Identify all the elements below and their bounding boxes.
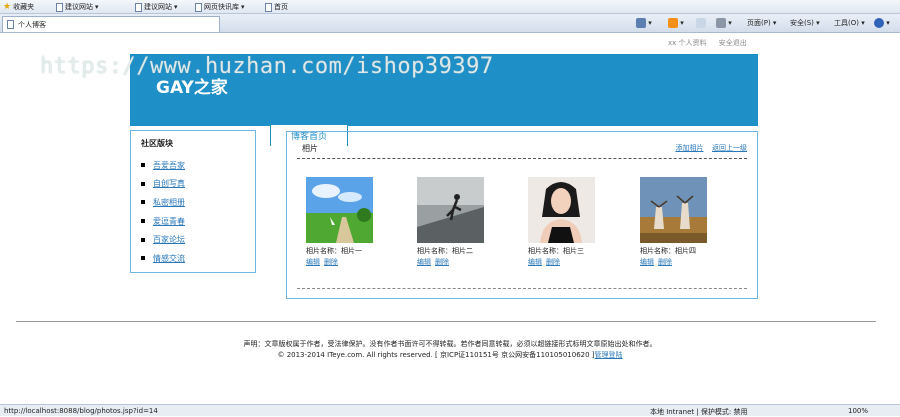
tab-personal-blog[interactable]: 个人博客 <box>2 16 220 32</box>
sidebar-item[interactable]: 百家论坛 <box>141 230 245 249</box>
sidebar-item[interactable]: 自创写真 <box>141 175 245 194</box>
add-photo-link[interactable]: 添加相片 <box>675 144 703 152</box>
sidebar-title: 社区版块 <box>141 139 173 148</box>
bullet-icon <box>141 181 145 186</box>
home-button[interactable]: ▾ <box>636 18 652 28</box>
tab-bar: 个人博客 ▾ ▾ ▾ 页面(P) ▾ 安全(S) ▾ 工具(O) ▾ ▾ <box>0 14 900 33</box>
bullet-icon <box>141 219 145 224</box>
favorites-bar: ★ 收藏夹 建议网站 ▾ 建议网站 ▾ 网页快讯库 ▾ 首页 <box>0 0 900 14</box>
edit-link[interactable]: 编辑 <box>528 258 542 266</box>
page-icon <box>265 2 272 12</box>
sidebar-item[interactable]: 吾爱吾家 <box>141 156 245 175</box>
bullet-icon <box>141 237 145 242</box>
sidebar-item[interactable]: 爱逗青春 <box>141 212 245 231</box>
edit-link[interactable]: 编辑 <box>640 258 654 266</box>
album-title: 相片 <box>302 144 318 153</box>
photo-thumbnail[interactable] <box>306 177 373 243</box>
photo-name: 相片名称：相片四 <box>640 247 696 255</box>
sidebar-item[interactable]: 情感交流 <box>141 249 245 268</box>
footer-statement: 声明：文章版权属于作者，受法律保护。没有作者书面许可不得转载。若作者同意转载，必… <box>243 340 657 348</box>
sidebar-item[interactable]: 私密相册 <box>141 193 245 212</box>
top-links: xx 个人资料 安全退出 <box>668 38 757 48</box>
print-button[interactable]: ▾ <box>716 18 732 28</box>
mail-button[interactable] <box>696 18 706 28</box>
status-url: http://localhost:8088/blog/photos.jsp?id… <box>4 407 158 415</box>
bullet-icon <box>141 200 145 205</box>
printer-icon <box>716 18 726 28</box>
page-footer: 声明：文章版权属于作者，受法律保护。没有作者书面许可不得转载。若作者同意转载，必… <box>0 339 900 361</box>
help-button[interactable]: ▾ <box>874 18 890 28</box>
watermark-text: https://www.huzhan.com/ishop39397 <box>40 54 494 79</box>
delete-link[interactable]: 删除 <box>546 258 560 266</box>
album-panel: 相片 添加相片 返回上一级 相片名称：相片一 编辑 删除 相片名称：相片二 编辑… <box>286 131 758 299</box>
status-bar: http://localhost:8088/blog/photos.jsp?id… <box>0 404 900 416</box>
delete-link[interactable]: 删除 <box>324 258 338 266</box>
photo-thumbnail[interactable] <box>417 177 484 243</box>
zoom-level[interactable]: 100% <box>848 407 868 415</box>
album-footer-divider <box>297 288 747 289</box>
page-icon <box>7 20 14 29</box>
footer-divider <box>16 321 876 322</box>
community-sidebar: 社区版块 吾爱吾家 自创写真 私密相册 爱逗青春 百家论坛 情感交流 <box>130 130 256 273</box>
photo-thumbnail[interactable] <box>640 177 707 243</box>
edit-link[interactable]: 编辑 <box>306 258 320 266</box>
footer-copyright: © 2013-2014 ITeye.com. All rights reserv… <box>277 351 595 359</box>
album-header: 相片 添加相片 返回上一级 <box>297 143 747 159</box>
page-menu[interactable]: 页面(P) ▾ <box>747 18 776 28</box>
back-link[interactable]: 返回上一级 <box>712 144 747 152</box>
bullet-icon <box>141 256 145 261</box>
page-icon <box>195 2 202 12</box>
star-icon: ★ <box>3 2 12 12</box>
photo-card: 相片名称：相片四 编辑 删除 <box>640 177 720 267</box>
tools-menu[interactable]: 工具(O) ▾ <box>834 18 865 28</box>
fav-item-webslice[interactable]: 网页快讯库 ▾ <box>195 1 245 13</box>
profile-link[interactable]: xx 个人资料 <box>668 39 707 47</box>
fav-item-suggested-2[interactable]: 建议网站 ▾ <box>135 1 178 13</box>
feeds-button[interactable]: ▾ <box>668 18 684 28</box>
photo-card: 相片名称：相片二 编辑 删除 <box>417 177 497 267</box>
page-content: xx 个人资料 安全退出 https://www.huzhan.com/isho… <box>0 34 900 404</box>
rss-icon <box>668 18 678 28</box>
fav-item-home[interactable]: 首页 <box>265 1 288 13</box>
favorites-button[interactable]: ★ 收藏夹 <box>3 1 34 13</box>
delete-link[interactable]: 删除 <box>435 258 449 266</box>
page-icon <box>56 2 63 12</box>
photo-name: 相片名称：相片一 <box>306 247 362 255</box>
bullet-icon <box>141 163 145 168</box>
photo-card: 相片名称：相片三 编辑 删除 <box>528 177 608 267</box>
logout-link[interactable]: 安全退出 <box>719 39 747 47</box>
edit-link[interactable]: 编辑 <box>417 258 431 266</box>
photo-name: 相片名称：相片二 <box>417 247 473 255</box>
fav-item-suggested-1[interactable]: 建议网站 ▾ <box>56 1 99 13</box>
mail-icon <box>696 18 706 28</box>
photo-thumbnail[interactable] <box>528 177 595 243</box>
delete-link[interactable]: 删除 <box>658 258 672 266</box>
photo-card: 相片名称：相片一 编辑 删除 <box>306 177 386 267</box>
safety-menu[interactable]: 安全(S) ▾ <box>790 18 820 28</box>
page-icon <box>135 2 142 12</box>
photo-name: 相片名称：相片三 <box>528 247 584 255</box>
admin-login-link[interactable]: 管理登陆 <box>595 351 623 359</box>
home-icon <box>636 18 646 28</box>
help-icon <box>874 18 884 28</box>
